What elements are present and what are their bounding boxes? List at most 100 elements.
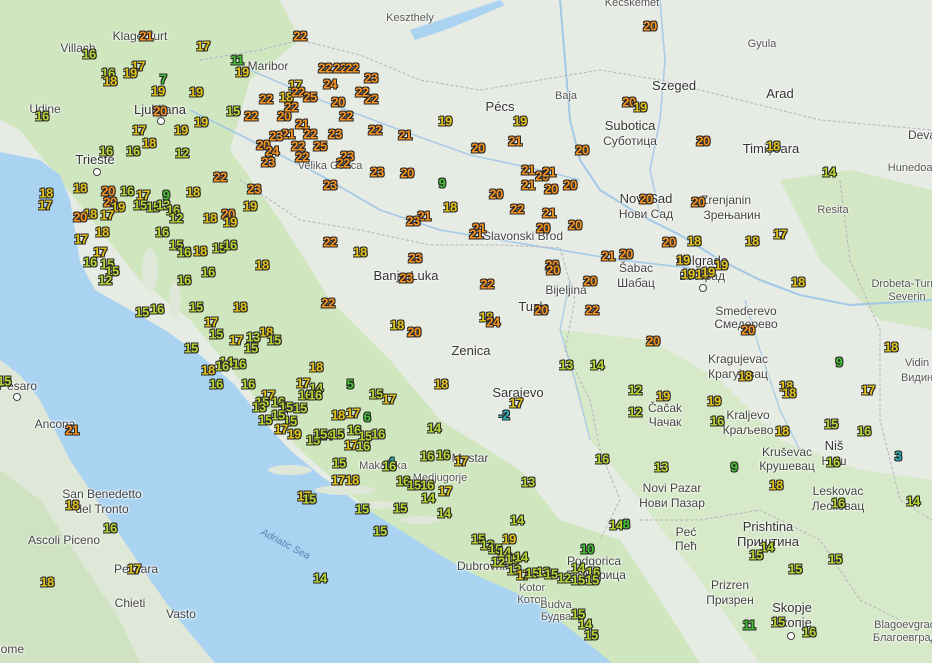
temperature-marker[interactable]: 20: [619, 248, 633, 261]
temperature-marker[interactable]: 23: [406, 215, 420, 228]
temperature-marker[interactable]: 14: [590, 359, 604, 372]
temperature-marker[interactable]: 20: [646, 335, 660, 348]
temperature-marker[interactable]: 16: [371, 428, 385, 441]
temperature-marker[interactable]: 16: [382, 460, 396, 473]
temperature-marker[interactable]: 16: [99, 145, 113, 158]
temperature-marker[interactable]: 12: [557, 572, 571, 585]
temperature-marker[interactable]: 16: [308, 389, 322, 402]
temperature-marker[interactable]: 13: [654, 461, 668, 474]
temperature-marker[interactable]: 17: [274, 423, 288, 436]
temperature-marker[interactable]: 20: [489, 188, 503, 201]
temperature-marker[interactable]: 16: [215, 360, 229, 373]
temperature-marker[interactable]: 16: [155, 226, 169, 239]
temperature-marker[interactable]: 22: [321, 297, 335, 310]
temperature-marker[interactable]: 17: [454, 455, 468, 468]
temperature-marker[interactable]: 16: [232, 358, 246, 371]
temperature-marker[interactable]: 23: [370, 166, 384, 179]
temperature-marker[interactable]: 17: [38, 199, 52, 212]
temperature-marker[interactable]: 19: [656, 390, 670, 403]
temperature-marker[interactable]: 21: [542, 166, 556, 179]
temperature-marker[interactable]: 16: [126, 145, 140, 158]
temperature-marker[interactable]: 21: [398, 129, 412, 142]
temperature-marker[interactable]: 17: [331, 474, 345, 487]
temperature-marker[interactable]: 19: [174, 124, 188, 137]
temperature-marker[interactable]: 15: [0, 375, 11, 388]
temperature-marker[interactable]: 23: [328, 128, 342, 141]
temperature-marker[interactable]: 14: [609, 519, 623, 532]
temperature-marker[interactable]: 21: [139, 30, 153, 43]
temperature-marker[interactable]: 16: [177, 246, 191, 259]
temperature-marker[interactable]: 19: [714, 259, 728, 272]
temperature-marker[interactable]: 18: [40, 576, 54, 589]
temperature-marker[interactable]: 18: [775, 425, 789, 438]
temperature-marker[interactable]: 16: [35, 110, 49, 123]
temperature-marker[interactable]: 15: [749, 549, 763, 562]
temperature-marker[interactable]: 18: [745, 235, 759, 248]
temperature-marker[interactable]: 19: [701, 266, 715, 279]
temperature-marker[interactable]: 15: [788, 563, 802, 576]
temperature-marker[interactable]: 22: [368, 124, 382, 137]
temperature-marker[interactable]: 16: [209, 378, 223, 391]
temperature-marker[interactable]: 17: [509, 397, 523, 410]
temperature-marker[interactable]: 20: [568, 219, 582, 232]
temperature-marker[interactable]: 17: [74, 233, 88, 246]
temperature-marker[interactable]: 15: [544, 568, 558, 581]
temperature-marker[interactable]: 20: [471, 142, 485, 155]
temperature-marker[interactable]: 18: [434, 378, 448, 391]
temperature-marker[interactable]: 19: [243, 200, 257, 213]
temperature-marker[interactable]: 20: [534, 304, 548, 317]
temperature-marker[interactable]: 22: [293, 30, 307, 43]
temperature-marker[interactable]: 18: [193, 245, 207, 258]
temperature-marker[interactable]: 21: [521, 179, 535, 192]
temperature-marker[interactable]: 18: [345, 474, 359, 487]
temperature-marker[interactable]: 16: [356, 440, 370, 453]
temperature-marker[interactable]: 15: [584, 629, 598, 642]
temperature-marker[interactable]: 18: [103, 75, 117, 88]
temperature-marker[interactable]: 15: [302, 493, 316, 506]
temperature-marker[interactable]: 16: [857, 425, 871, 438]
temperature-marker[interactable]: 16: [802, 626, 816, 639]
temperature-marker[interactable]: 19: [151, 85, 165, 98]
temperature-marker[interactable]: 20: [331, 96, 345, 109]
temperature-marker[interactable]: 16: [241, 378, 255, 391]
temperature-marker[interactable]: 20: [407, 326, 421, 339]
temperature-marker[interactable]: 18: [769, 479, 783, 492]
temperature-marker[interactable]: 15: [189, 301, 203, 314]
temperature-marker[interactable]: 15: [571, 574, 585, 587]
temperature-marker[interactable]: 18: [142, 137, 156, 150]
temperature-marker[interactable]: 16: [223, 239, 237, 252]
temperature-marker[interactable]: 19: [189, 86, 203, 99]
temperature-marker[interactable]: 20: [544, 183, 558, 196]
temperature-marker[interactable]: 18: [884, 341, 898, 354]
temperature-marker[interactable]: 18: [186, 186, 200, 199]
temperature-marker[interactable]: 15: [244, 342, 258, 355]
temperature-marker[interactable]: 18: [766, 140, 780, 153]
temperature-marker[interactable]: 19: [707, 395, 721, 408]
temperature-marker[interactable]: 22: [355, 86, 369, 99]
temperature-marker[interactable]: 22: [295, 151, 309, 164]
temperature-marker[interactable]: 18: [65, 499, 79, 512]
temperature-marker[interactable]: 10: [580, 543, 594, 556]
temperature-marker[interactable]: 18: [390, 319, 404, 332]
temperature-marker[interactable]: 20: [643, 20, 657, 33]
temperature-marker[interactable]: 17: [127, 563, 141, 576]
temperature-marker[interactable]: 18: [95, 226, 109, 239]
temperature-marker[interactable]: 22: [259, 93, 273, 106]
temperature-marker[interactable]: 24: [486, 316, 500, 329]
temperature-marker[interactable]: 16: [150, 303, 164, 316]
temperature-marker[interactable]: 25: [313, 140, 327, 153]
temperature-marker[interactable]: 24: [323, 78, 337, 91]
temperature-marker[interactable]: 21: [601, 250, 615, 263]
temperature-marker[interactable]: 15: [373, 525, 387, 538]
temperature-marker[interactable]: 17: [196, 40, 210, 53]
temperature-marker[interactable]: 20: [73, 211, 87, 224]
temperature-marker[interactable]: 20: [546, 264, 560, 277]
temperature-marker[interactable]: 18: [443, 201, 457, 214]
temperature-marker[interactable]: 19: [513, 115, 527, 128]
temperature-marker[interactable]: 20: [741, 324, 755, 337]
temperature-marker[interactable]: 16: [103, 522, 117, 535]
temperature-marker[interactable]: 18: [687, 235, 701, 248]
temperature-marker[interactable]: 16: [177, 274, 191, 287]
temperature-marker[interactable]: 18: [309, 361, 323, 374]
temperature-marker[interactable]: 18: [203, 212, 217, 225]
